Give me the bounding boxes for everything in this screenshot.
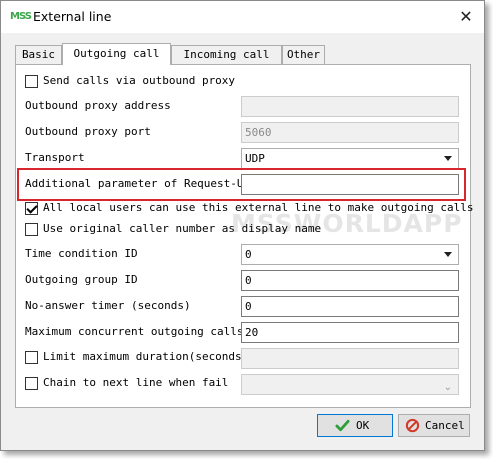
ok-button[interactable]: OK: [317, 414, 393, 437]
tab-incoming-call[interactable]: Incoming call: [171, 45, 282, 64]
dropdown-arrow-icon: [444, 156, 452, 161]
external-line-dialog: MSS External line ✕ Basic Outgoing call …: [0, 0, 485, 451]
close-icon[interactable]: ✕: [454, 5, 478, 29]
cancel-button-label: Cancel: [425, 419, 465, 432]
time-condition-id-value: 0: [245, 248, 252, 261]
use-original-caller-checkbox[interactable]: [25, 223, 38, 236]
limit-duration-label: Limit maximum duration(seconds): [43, 350, 249, 363]
proxy-port-label: Outbound proxy port: [25, 125, 151, 138]
app-logo-icon: MSS: [10, 11, 32, 22]
cancel-icon: [405, 418, 420, 433]
send-via-proxy-checkbox[interactable]: [25, 75, 38, 88]
chevron-down-icon: ⌄: [443, 382, 452, 393]
limit-duration-input[interactable]: [241, 348, 459, 369]
title-bar: MSS External line ✕: [1, 1, 484, 33]
max-concurrent-label: Maximum concurrent outgoing calls: [25, 325, 244, 338]
window-title: External line: [33, 9, 112, 24]
checkmark-icon: [335, 419, 350, 432]
proxy-port-input[interactable]: 5060: [241, 122, 459, 143]
cancel-button[interactable]: Cancel: [398, 414, 470, 437]
outgoing-group-id-label: Outgoing group ID: [25, 273, 138, 286]
request-uri-param-input[interactable]: [241, 174, 459, 195]
dropdown-arrow-icon: [444, 252, 452, 257]
all-local-users-checkbox[interactable]: [25, 202, 38, 215]
limit-duration-checkbox[interactable]: [25, 351, 38, 364]
send-via-proxy-label: Send calls via outbound proxy: [43, 74, 236, 87]
max-concurrent-input[interactable]: 20: [241, 322, 459, 343]
tab-basic[interactable]: Basic: [15, 45, 62, 64]
tab-other[interactable]: Other: [282, 45, 325, 64]
outgoing-group-id-input[interactable]: 0: [241, 270, 459, 291]
chain-next-line-label: Chain to next line when fail: [43, 376, 229, 389]
transport-value: UDP: [245, 152, 265, 165]
chain-next-line-checkbox[interactable]: [25, 377, 38, 390]
proxy-address-label: Outbound proxy address: [25, 99, 171, 112]
no-answer-timer-label: No-answer timer (seconds): [25, 299, 191, 312]
time-condition-id-select[interactable]: 0: [241, 244, 459, 265]
transport-select[interactable]: UDP: [241, 148, 459, 169]
transport-label: Transport: [25, 151, 85, 164]
no-answer-timer-input[interactable]: 0: [241, 296, 459, 317]
request-uri-param-label: Additional parameter of Request-URI: [25, 177, 257, 190]
proxy-address-input[interactable]: [241, 96, 459, 117]
chain-next-line-select[interactable]: ⌄: [241, 374, 459, 395]
ok-button-label: OK: [356, 419, 370, 432]
tab-outgoing-call[interactable]: Outgoing call: [62, 43, 171, 65]
time-condition-id-label: Time condition ID: [25, 247, 138, 260]
use-original-caller-label: Use original caller number as display na…: [43, 222, 322, 235]
